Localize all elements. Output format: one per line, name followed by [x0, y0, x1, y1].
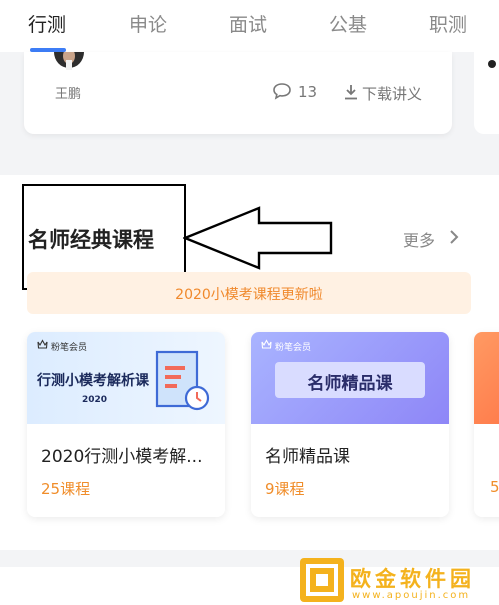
watermark-url: www.apoujin.com: [352, 590, 471, 601]
download-handout-link[interactable]: 下载讲义: [362, 83, 422, 104]
brand-tag: 粉笔会员: [51, 343, 88, 353]
course-name: 名师精品课: [265, 447, 350, 467]
comment-icon[interactable]: [272, 82, 292, 100]
update-banner[interactable]: 2020小模考课程更新啦: [27, 272, 471, 314]
document-clock-icon: [155, 350, 210, 411]
category-tab-bar: 行测 申论 面试 公基 职测: [0, 0, 499, 52]
teacher-avatar: [52, 52, 86, 70]
tab-mianshi[interactable]: 面试: [229, 10, 267, 37]
course-name: 2020行测小模考解...: [41, 447, 203, 467]
thumbnail-plaque: 名师精品课: [275, 362, 425, 398]
course-thumbnail: 粉笔会员 行测小模考解析课 2020: [27, 332, 225, 424]
course-card[interactable]: 粉笔会员 名师精品课 名师精品课 9课程: [251, 332, 449, 517]
crown-icon: [261, 339, 272, 349]
teacher-name: 王鹏: [55, 87, 82, 102]
brand-tag: 粉笔会员: [275, 343, 312, 353]
tab-shenlun[interactable]: 申论: [129, 10, 167, 37]
thumbnail-title: 行测小模考解析课: [37, 373, 149, 389]
avatar-edge: [488, 60, 496, 68]
more-link[interactable]: 更多: [403, 227, 435, 251]
thumbnail-title: 名师精品课: [307, 374, 393, 394]
tab-xingce[interactable]: 行测: [28, 10, 66, 37]
course-card[interactable]: 5: [474, 332, 499, 517]
annotation-arrow: [183, 206, 333, 270]
crown-icon: [37, 339, 48, 349]
course-count: 25课程: [41, 480, 91, 498]
tab-zhice[interactable]: 职测: [429, 10, 467, 37]
course-card[interactable]: 粉笔会员 行测小模考解析课 2020 2020行测小模考解... 25课程: [27, 332, 225, 517]
chevron-right-icon[interactable]: [448, 228, 460, 246]
course-count: 9课程: [265, 480, 305, 498]
watermark-text: 欧金软件园: [350, 567, 475, 591]
tab-gongji[interactable]: 公基: [329, 10, 367, 37]
course-count: 5: [490, 478, 499, 496]
course-thumbnail: 粉笔会员 名师精品课: [251, 332, 449, 424]
banner-text: 2020小模考课程更新啦: [175, 287, 323, 303]
thumbnail-year: 2020: [82, 395, 108, 405]
course-thumbnail: [474, 332, 499, 424]
watermark-logo: [300, 558, 344, 602]
download-icon[interactable]: [344, 84, 358, 100]
comment-count: 13: [298, 83, 318, 101]
